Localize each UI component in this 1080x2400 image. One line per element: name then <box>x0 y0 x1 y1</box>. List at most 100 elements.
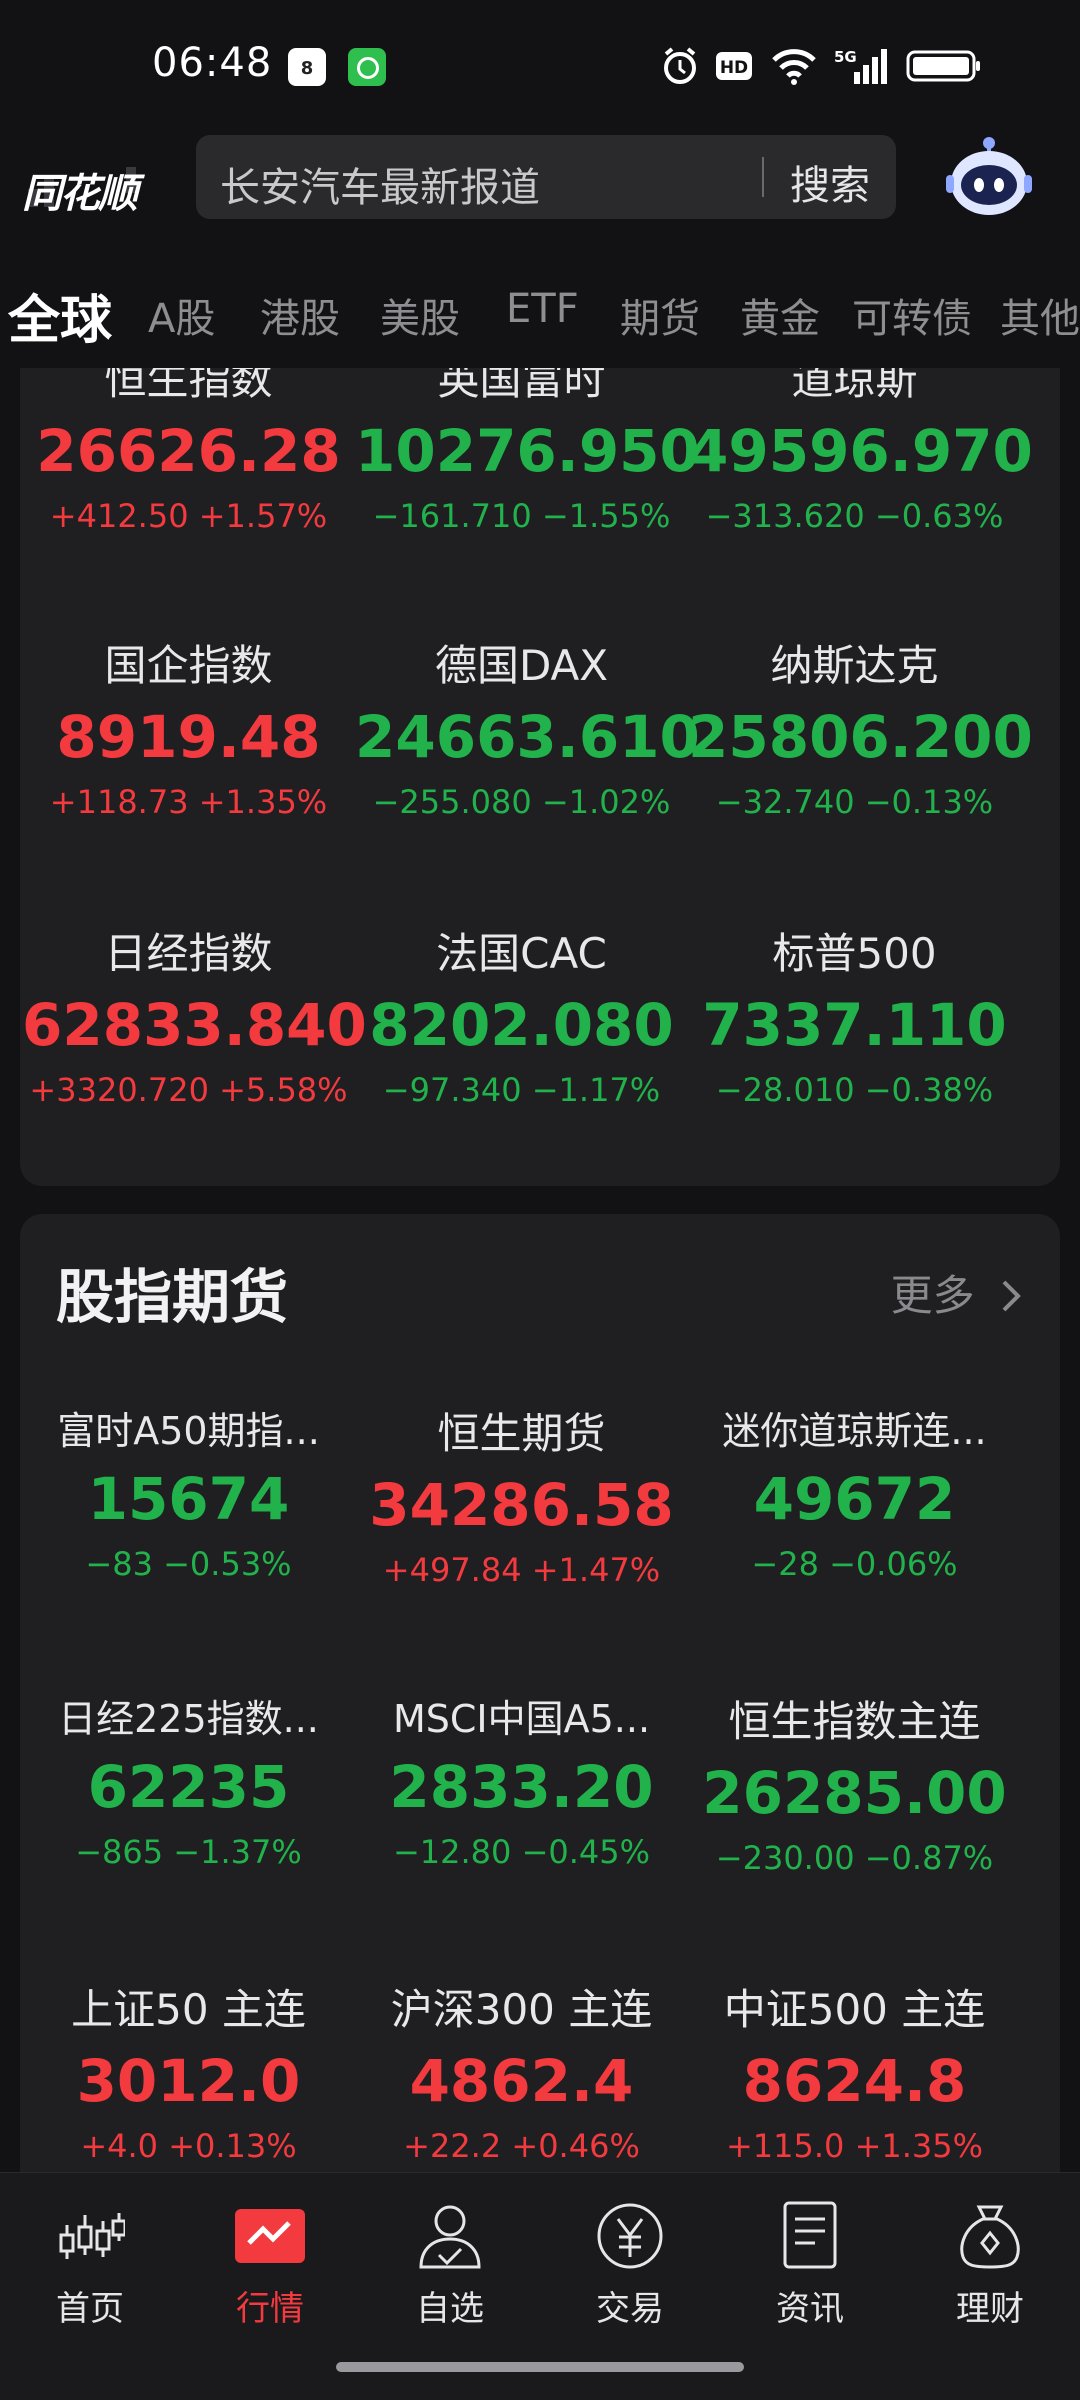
futures-price: 62235 <box>87 1753 290 1821</box>
search-bar[interactable]: 长安汽车最新报道 搜索 <box>196 135 896 219</box>
futures-price: 4862.4 <box>409 2047 634 2115</box>
nav-watchlist[interactable]: 自选 <box>390 2201 510 2330</box>
index-cell[interactable]: 恒生指数 26626.28 +412.50 +1.57% <box>22 368 355 535</box>
futures-name: 迷你道琼斯连... <box>722 1409 987 1453</box>
index-name: 日经指数 <box>104 929 273 978</box>
app-notification-icon <box>348 48 386 86</box>
tab-global[interactable]: 全球 <box>8 278 112 353</box>
more-link[interactable]: 更多 <box>891 1262 1024 1323</box>
ai-assistant-robot-icon[interactable] <box>944 133 1034 223</box>
futures-price: 15674 <box>87 1465 290 1533</box>
nav-news[interactable]: 资讯 <box>750 2201 870 2330</box>
index-change: −97.340 −1.17% <box>382 1071 661 1109</box>
index-cell[interactable]: 纳斯达克 25806.200 −32.740 −0.13% <box>688 632 1033 821</box>
index-change: −32.740 −0.13% <box>715 783 994 821</box>
index-name: 德国DAX <box>434 641 609 690</box>
futures-cell[interactable]: 中证500 主连 8624.8 +115.0 +1.35% <box>688 1976 1021 2165</box>
market-tabs: 全球 A股 港股 美股 ETF 期货 黄金 可转债 其他 <box>0 240 1080 368</box>
status-bar: 06:48 8 HD 5G <box>0 0 1080 125</box>
more-label: 更多 <box>890 1271 975 1320</box>
index-name: 道琼斯 <box>791 368 918 404</box>
index-price: 24663.610 <box>355 703 700 771</box>
index-change: +412.50 +1.57% <box>49 497 328 535</box>
search-input[interactable]: 长安汽车最新报道 <box>220 155 540 213</box>
tab-convertible-bonds[interactable]: 可转债 <box>852 286 972 344</box>
futures-change: −865 −1.37% <box>75 1833 302 1871</box>
tab-us-stocks[interactable]: 美股 <box>380 286 460 344</box>
index-change: −255.080 −1.02% <box>372 783 671 821</box>
index-cell[interactable]: 道琼斯 49596.970 −313.620 −0.63% <box>688 368 1033 535</box>
tab-etf[interactable]: ETF <box>506 286 579 332</box>
chevron-right-icon <box>1002 1280 1021 1312</box>
index-price: 62833.840 <box>22 991 367 1059</box>
index-cell[interactable]: 日经指数 62833.840 +3320.720 +5.58% <box>22 920 367 1109</box>
futures-name: 恒生指数主连 <box>728 1697 981 1746</box>
signal-5g-icon: 5G <box>834 48 887 84</box>
futures-cell[interactable]: 上证50 主连 3012.0 +4.0 +0.13% <box>22 1976 355 2165</box>
tab-futures[interactable]: 期货 <box>620 286 700 344</box>
index-price: 10276.950 <box>355 417 700 485</box>
hd-icon: HD <box>716 52 752 80</box>
futures-price: 34286.58 <box>369 1471 674 1539</box>
search-button[interactable]: 搜索 <box>790 153 870 211</box>
futures-change: −12.80 −0.45% <box>392 1833 651 1871</box>
user-check-icon <box>419 2205 481 2269</box>
futures-name: 日经225指数... <box>58 1697 319 1741</box>
clock: 06:48 <box>152 40 273 86</box>
nav-label: 理财 <box>956 2289 1024 2329</box>
index-cell[interactable]: 英国富时 10276.950 −161.710 −1.55% <box>355 368 700 535</box>
index-cell[interactable]: 标普500 7337.110 −28.010 −0.38% <box>688 920 1021 1109</box>
futures-cell[interactable]: 恒生期货 34286.58 +497.84 +1.47% <box>355 1400 688 1589</box>
nav-home[interactable]: 首页 <box>30 2201 150 2330</box>
index-name: 恒生指数 <box>104 368 273 404</box>
index-price: 7337.110 <box>702 991 1007 1059</box>
futures-cell[interactable]: MSCI中国A5... 2833.20 −12.80 −0.45% <box>355 1688 688 1871</box>
index-cell[interactable]: 德国DAX 24663.610 −255.080 −1.02% <box>355 632 700 821</box>
futures-name: 恒生期货 <box>437 1409 606 1458</box>
tab-hk-stocks[interactable]: 港股 <box>260 286 340 344</box>
svg-text:HD: HD <box>720 58 748 78</box>
futures-change: +115.0 +1.35% <box>725 2127 984 2165</box>
network-label: 5G <box>834 48 857 66</box>
futures-price: 3012.0 <box>76 2047 301 2115</box>
yuan-coin-icon <box>597 2203 663 2269</box>
nav-label: 自选 <box>416 2289 484 2329</box>
nav-label: 资讯 <box>776 2289 844 2329</box>
logo-text: 同花顺 <box>22 171 138 217</box>
index-futures-card: 股指期货 更多 富时A50期指... 15674 −83 −0.53% 恒生期货… <box>20 1214 1060 2214</box>
futures-cell[interactable]: 日经225指数... 62235 −865 −1.37% <box>22 1688 355 1871</box>
tab-gold[interactable]: 黄金 <box>740 286 820 344</box>
futures-price: 49672 <box>753 1465 956 1533</box>
global-indices-card: 恒生指数 26626.28 +412.50 +1.57% 英国富时 10276.… <box>20 368 1060 1186</box>
futures-price: 26285.00 <box>702 1759 1007 1827</box>
index-price: 8919.48 <box>56 703 321 771</box>
index-price: 25806.200 <box>688 703 1033 771</box>
futures-cell[interactable]: 富时A50期指... 15674 −83 −0.53% <box>22 1400 355 1583</box>
app-header: 同花顺 长安汽车最新报道 搜索 <box>0 125 1080 240</box>
app-logo: 同花顺 <box>22 147 152 217</box>
document-icon <box>783 2201 837 2269</box>
tab-other[interactable]: 其他 <box>1000 286 1080 344</box>
section-title: 股指期货 <box>56 1263 289 1331</box>
alarm-icon <box>664 47 696 84</box>
futures-cell[interactable]: 沪深300 主连 4862.4 +22.2 +0.46% <box>355 1976 688 2165</box>
futures-cell[interactable]: 迷你道琼斯连... 49672 −28 −0.06% <box>688 1400 1021 1583</box>
index-change: −313.620 −0.63% <box>705 497 1004 535</box>
index-cell[interactable]: 国企指数 8919.48 +118.73 +1.35% <box>22 632 355 821</box>
futures-change: −28 −0.06% <box>751 1545 958 1583</box>
candlestick-icon <box>59 2213 125 2259</box>
home-indicator[interactable] <box>336 2362 744 2372</box>
futures-change: −230.00 −0.87% <box>715 1839 994 1877</box>
futures-name: 富时A50期指... <box>57 1409 320 1453</box>
futures-cell[interactable]: 恒生指数主连 26285.00 −230.00 −0.87% <box>688 1688 1021 1877</box>
index-name: 法国CAC <box>436 929 607 978</box>
nav-wealth[interactable]: 理财 <box>930 2201 1050 2330</box>
index-cell[interactable]: 法国CAC 8202.080 −97.340 −1.17% <box>355 920 688 1109</box>
tab-a-shares[interactable]: A股 <box>148 286 215 344</box>
futures-change: +22.2 +0.46% <box>403 2127 640 2165</box>
index-name: 纳斯达克 <box>770 641 939 690</box>
battery-icon <box>906 50 980 82</box>
nav-market[interactable]: 行情 <box>210 2201 330 2330</box>
nav-trade[interactable]: 交易 <box>570 2201 690 2330</box>
futures-name: 中证500 主连 <box>723 1985 986 2034</box>
